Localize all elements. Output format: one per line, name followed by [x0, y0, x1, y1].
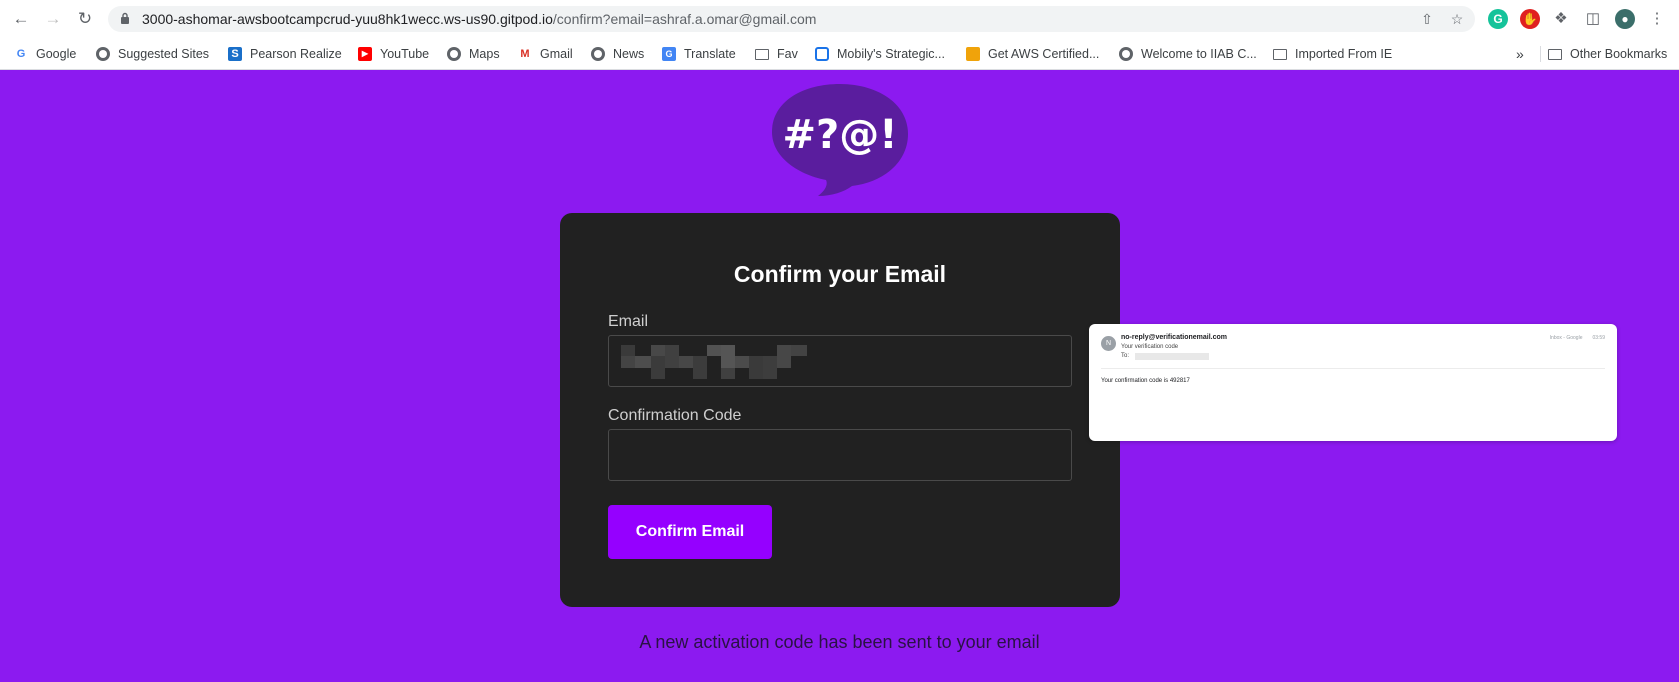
- extensions-icon[interactable]: ❖: [1552, 10, 1570, 28]
- aws-icon: [966, 47, 980, 61]
- bookmark-iiab[interactable]: Welcome to IIAB C...: [1119, 38, 1257, 70]
- email-label: Email: [608, 313, 649, 330]
- google-icon: G: [16, 48, 26, 60]
- bookmark-suggested-sites[interactable]: Suggested Sites: [96, 38, 209, 70]
- bookmark-news[interactable]: News: [591, 38, 644, 70]
- bookmark-translate[interactable]: G Translate: [662, 38, 736, 70]
- gmail-icon: M: [520, 48, 530, 60]
- star-icon[interactable]: ☆: [1449, 11, 1465, 27]
- sender-avatar: N: [1101, 336, 1116, 351]
- globe-icon: [591, 47, 605, 61]
- email-subject: Your verification code: [1121, 344, 1179, 350]
- page-title: Confirm your Email: [733, 261, 947, 287]
- email-preview: N no-reply@verificationemail.com Your ve…: [1089, 324, 1617, 441]
- side-panel-icon[interactable]: ◫: [1584, 10, 1602, 28]
- menu-icon[interactable]: ⋮: [1648, 10, 1666, 28]
- confirm-email-button[interactable]: Confirm Email: [608, 505, 772, 559]
- email-body: Your confirmation code is 492817: [1101, 378, 1190, 384]
- address-bar[interactable]: 3000-ashomar-awsbootcampcrud-yuu8hk1wecc…: [108, 6, 1475, 32]
- email-to-label: To:: [1121, 353, 1130, 359]
- bookmark-gmail[interactable]: M Gmail: [518, 38, 572, 70]
- globe-icon: [1119, 47, 1133, 61]
- bookmarks-divider: [1540, 46, 1541, 62]
- email-meta: Inbox - Google 03:59: [1540, 335, 1605, 341]
- reload-icon[interactable]: ↻: [74, 8, 96, 30]
- bookmark-mobily[interactable]: Mobily's Strategic...: [815, 38, 945, 70]
- bookmark-folder-fav[interactable]: Fav: [755, 38, 798, 70]
- globe-icon: [96, 47, 110, 61]
- folder-icon: [1273, 48, 1287, 60]
- bookmark-google[interactable]: G Google: [14, 38, 77, 70]
- browser-toolbar: ← → ↻ 3000-ashomar-awsbootcampcrud-yuu8h…: [0, 0, 1679, 38]
- translate-icon: G: [662, 47, 676, 61]
- folder-icon: [1548, 48, 1562, 60]
- email-field[interactable]: [608, 335, 1072, 387]
- bookmarks-bar: G Google Suggested Sites S Pearson Realize…: [0, 38, 1679, 70]
- folder-icon: [755, 48, 769, 60]
- bookmark-folder-other[interactable]: Other Bookmarks: [1548, 38, 1667, 70]
- logo-glyphs: #?@!: [783, 112, 898, 158]
- pearson-icon: S: [228, 47, 242, 61]
- confirmation-code-field[interactable]: [608, 429, 1072, 481]
- bookmark-pearson-realize[interactable]: S Pearson Realize: [228, 38, 342, 70]
- status-message: A new activation code has been sent to y…: [639, 632, 1040, 652]
- confirm-card: Confirm your Email Email Confirmation Co…: [560, 213, 1120, 607]
- bookmarks-overflow-button[interactable]: »: [1516, 38, 1524, 70]
- share-icon[interactable]: ⇧: [1419, 11, 1435, 27]
- forward-icon[interactable]: →: [42, 8, 64, 30]
- grammarly-icon[interactable]: G: [1488, 9, 1508, 29]
- bookmark-maps[interactable]: Maps: [447, 38, 500, 70]
- email-value-redacted: [621, 345, 807, 379]
- youtube-icon: ▶: [358, 47, 372, 61]
- bookmark-folder-imported[interactable]: Imported From IE: [1273, 38, 1392, 70]
- app-logo: #?@!: [772, 84, 908, 196]
- back-icon[interactable]: ←: [10, 8, 32, 30]
- email-divider: [1101, 368, 1605, 369]
- globe-icon: [447, 47, 461, 61]
- adblock-icon[interactable]: ✋: [1520, 9, 1540, 29]
- url-text[interactable]: 3000-ashomar-awsbootcampcrud-yuu8hk1wecc…: [142, 11, 816, 27]
- mobily-icon: [815, 47, 829, 61]
- bookmark-youtube[interactable]: ▶ YouTube: [358, 38, 429, 70]
- lock-icon: [121, 12, 129, 24]
- bookmark-aws[interactable]: Get AWS Certified...: [966, 38, 1099, 70]
- avatar[interactable]: ●: [1615, 9, 1635, 29]
- email-time: 03:59: [1592, 335, 1605, 341]
- email-sender: no-reply@verificationemail.com: [1121, 334, 1228, 341]
- email-recipient-redacted: [1135, 353, 1209, 360]
- email-folder: Inbox - Google: [1549, 335, 1583, 341]
- confirmation-code-label: Confirmation Code: [608, 407, 742, 424]
